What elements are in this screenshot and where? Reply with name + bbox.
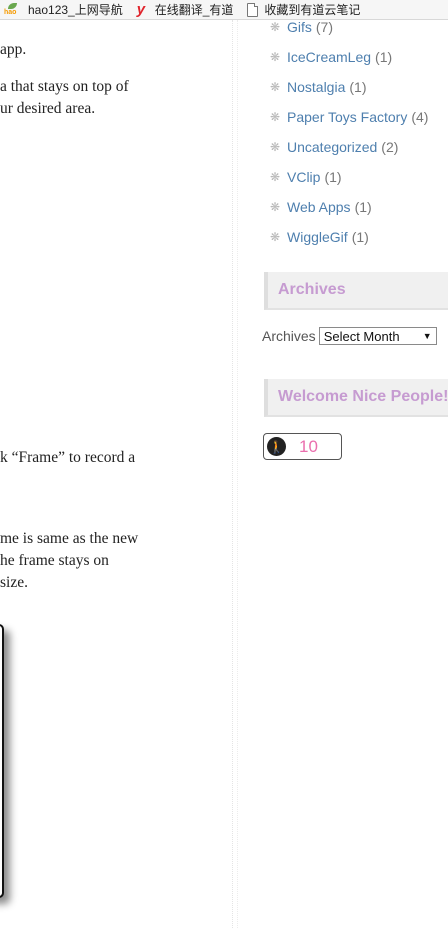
article-text-line: a that stays on top of	[0, 78, 129, 95]
bookmark-label: 在线翻译_有道	[154, 3, 234, 17]
dropdown-arrow-icon: ▼	[422, 331, 432, 341]
article-text-line: size.	[0, 574, 28, 591]
bullet-icon: ❋	[270, 110, 281, 124]
archives-row: Archives Select Month ▼	[262, 327, 437, 345]
bullet-icon: ❋	[270, 50, 281, 64]
category-link[interactable]: Web Apps	[287, 199, 351, 215]
article-text-line: ur desired area.	[0, 100, 96, 117]
bullet-icon: ❋	[270, 230, 281, 244]
category-count: (2)	[381, 139, 399, 155]
visitor-counter[interactable]: 🚶 10	[263, 433, 342, 460]
youdao-y-icon: y	[136, 0, 146, 18]
archives-widget-title: Archives	[264, 272, 448, 310]
category-item: ❋ Web Apps (1)	[270, 192, 428, 222]
category-count: (1)	[351, 229, 369, 245]
category-item: ❋ Paper Toys Factory (4)	[270, 102, 428, 132]
category-item: ❋ Nostalgia (1)	[270, 72, 428, 102]
walking-person-icon: 🚶	[267, 437, 286, 456]
article-text-line: k “Frame” to record a	[0, 449, 136, 466]
bookmark-youdao-translate[interactable]: y 在线翻译_有道	[137, 1, 234, 18]
category-count: (1)	[375, 49, 393, 65]
category-item: ❋ Gifs (7)	[270, 12, 428, 42]
category-link[interactable]: VClip	[287, 169, 320, 185]
bullet-icon: ❋	[270, 80, 281, 94]
category-link[interactable]: WiggleGif	[287, 229, 348, 245]
bullet-icon: ❋	[270, 20, 281, 34]
hao123-icon: hao	[4, 2, 22, 17]
article-text-line: me is same as the new	[0, 530, 139, 547]
categories-list: ❋ Gifs (7) ❋ IceCreamLeg (1) ❋ Nostalgia…	[270, 12, 428, 252]
article-text-line: he frame stays on	[0, 552, 109, 569]
category-item: ❋ Uncategorized (2)	[270, 132, 428, 162]
screenshot-image	[0, 624, 4, 898]
archives-label: Archives	[262, 328, 316, 344]
category-count: (1)	[324, 169, 342, 185]
page-icon	[247, 2, 259, 17]
category-item: ❋ WiggleGif (1)	[270, 222, 428, 252]
article-text-line: app.	[0, 41, 27, 58]
archives-month-select[interactable]: Select Month ▼	[318, 327, 437, 345]
category-link[interactable]: Gifs	[287, 19, 312, 35]
article-content: app. a that stays on top of ur desired a…	[0, 20, 236, 928]
bookmark-hao123[interactable]: hao hao123_上网导航	[4, 1, 123, 18]
bookmark-label: hao123_上网导航	[28, 3, 123, 17]
category-count: (1)	[354, 199, 372, 215]
category-count: (4)	[411, 109, 429, 125]
bullet-icon: ❋	[270, 200, 281, 214]
category-count: (7)	[315, 19, 334, 35]
category-item: ❋ IceCreamLeg (1)	[270, 42, 428, 72]
category-link[interactable]: Paper Toys Factory	[287, 109, 407, 125]
archives-select-value: Select Month	[323, 328, 400, 344]
category-link[interactable]: Nostalgia	[287, 79, 345, 95]
visitor-count: 10	[299, 436, 318, 456]
category-link[interactable]: Uncategorized	[287, 139, 377, 155]
sidebar: ❋ Gifs (7) ❋ IceCreamLeg (1) ❋ Nostalgia…	[236, 19, 448, 928]
category-item: ❋ VClip (1)	[270, 162, 428, 192]
bullet-icon: ❋	[270, 170, 281, 184]
bullet-icon: ❋	[270, 140, 281, 154]
category-link[interactable]: IceCreamLeg	[287, 49, 371, 65]
welcome-widget-title: Welcome Nice People!	[264, 379, 448, 417]
category-count: (1)	[349, 79, 367, 95]
